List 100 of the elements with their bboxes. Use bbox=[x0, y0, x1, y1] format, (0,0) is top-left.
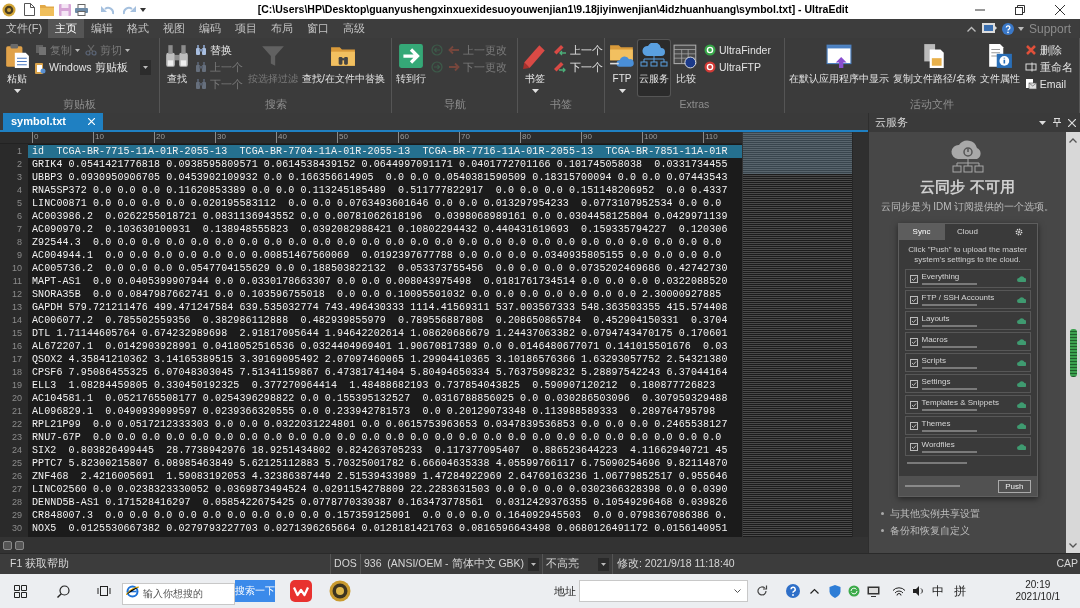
ribbon-button[interactable]: 删除 bbox=[1022, 42, 1064, 58]
bookmark-arrow-icon bbox=[553, 61, 567, 73]
file-tab[interactable]: symbol.txt bbox=[3, 113, 103, 130]
square-icon[interactable] bbox=[3, 540, 12, 550]
start-icon[interactable] bbox=[14, 584, 27, 598]
square-icon[interactable] bbox=[15, 540, 24, 550]
gear-icon[interactable] bbox=[1014, 228, 1023, 236]
checkbox-icon[interactable] bbox=[909, 421, 918, 430]
code-line: RNU7-67P 0.0 0.0 0.0 0.0 0.0 0.0 0.0 0.0 0.0 0.0 0.0 0.0 0.0 0.0 0.0 0.0 0.0 0.0 0.0 0.0 0.0 0.0 0.0 0.0 0.0 0.0 bbox=[31, 431, 722, 444]
ribbon-button[interactable]: 云服务 bbox=[638, 40, 670, 96]
sync-option-row[interactable]: Macros bbox=[904, 332, 1031, 351]
menu-tab[interactable]: 高级 bbox=[336, 19, 373, 38]
blurred-text-line bbox=[921, 283, 977, 285]
ribbon-button[interactable]: 查找 bbox=[163, 40, 191, 96]
task-view-icon[interactable] bbox=[97, 585, 111, 597]
ribbon-button[interactable]: UltraFinder bbox=[702, 42, 773, 58]
search-icon[interactable] bbox=[57, 584, 70, 598]
menu-tab[interactable]: 窗口 bbox=[300, 19, 337, 38]
menu-tab[interactable]: 项目 bbox=[228, 19, 265, 38]
app-icon[interactable] bbox=[290, 580, 312, 602]
code-line: SIX2 0.803826499445 28.7738942976 18.9251434802 0.824263705233 0.117377095407 0.886523644223 4.11662940721 45 bbox=[31, 444, 728, 457]
chevron-down-icon[interactable] bbox=[1069, 543, 1077, 548]
caret-icon[interactable] bbox=[1017, 26, 1024, 31]
volume-icon[interactable] bbox=[912, 585, 924, 597]
dialog-tab[interactable]: Sync bbox=[898, 224, 945, 240]
ribbon-button[interactable]: 查找/在文件中替换 bbox=[301, 40, 386, 96]
wifi-icon[interactable] bbox=[892, 585, 906, 597]
sync-icon[interactable] bbox=[848, 585, 860, 597]
code-line: CPSF6 7.95086455325 6.07048303045 7.51341159867 6.47381741404 5.80494650334 5.76375998232 5.28897542243 6.37044164 bbox=[31, 366, 728, 379]
ribbon-button[interactable]: 粘贴 bbox=[3, 40, 31, 96]
printer-icon[interactable] bbox=[75, 3, 88, 16]
checkbox-icon[interactable] bbox=[909, 379, 918, 388]
minimap[interactable] bbox=[742, 132, 852, 537]
app-logo-icon[interactable] bbox=[2, 2, 16, 17]
menu-tab[interactable]: 视图 bbox=[156, 19, 193, 38]
input-method-button[interactable]: 中 bbox=[932, 582, 944, 600]
checkbox-icon[interactable] bbox=[909, 442, 918, 451]
panel-heading: 云同步 不可用 bbox=[920, 178, 1015, 196]
monitor-icon[interactable] bbox=[867, 585, 880, 597]
ribbon-button[interactable]: 上一个 bbox=[551, 42, 605, 58]
clock-time: 20:19 bbox=[1025, 579, 1051, 591]
ribbon-button[interactable]: 转到行 bbox=[395, 40, 427, 96]
close-icon[interactable] bbox=[1068, 118, 1076, 127]
checkbox-icon[interactable] bbox=[909, 400, 918, 409]
pin-icon[interactable] bbox=[1053, 118, 1061, 127]
ribbon-button[interactable]: Email bbox=[1022, 76, 1069, 92]
cloud-icon bbox=[1016, 401, 1026, 408]
help-icon[interactable] bbox=[786, 584, 800, 598]
menu-tab[interactable]: 文件(F) bbox=[0, 19, 49, 38]
line-number: 19 bbox=[12, 379, 22, 392]
push-button[interactable]: Push bbox=[998, 479, 1031, 493]
ruler-label: 0 bbox=[34, 132, 39, 141]
checkbox-icon[interactable] bbox=[909, 295, 918, 304]
ribbon-button[interactable]: 书签 bbox=[521, 40, 549, 96]
sync-option-row[interactable]: FTP / SSH Accounts bbox=[904, 290, 1031, 309]
ribbon-button[interactable]: 在默认应用程序中显示 bbox=[788, 40, 890, 96]
sync-option-row[interactable]: Templates & Snippets bbox=[904, 395, 1031, 414]
checkbox-icon[interactable] bbox=[909, 316, 918, 325]
new-file-icon[interactable] bbox=[24, 3, 35, 16]
dropdown[interactable]: Windows 剪贴板 bbox=[34, 59, 151, 76]
ribbon-button[interactable]: 复制文件路径/名称 bbox=[892, 40, 977, 96]
menu-tab[interactable]: 主页 bbox=[48, 19, 85, 38]
dialog-tab[interactable]: Cloud bbox=[944, 224, 991, 240]
caret-icon[interactable] bbox=[1039, 120, 1046, 125]
code-line: Z92544.3 0.0 0.0 0.0 0.0 0.0 0.0 0.0 0.0 0.0 0.0 0.0 0.0 0.0 0.0 0.0 0.0 0.0 0.0 0.0 0.0 0.0 0.0 0.0 0.0 0.0 0.0 bbox=[31, 236, 722, 249]
sync-option-row[interactable]: Settings bbox=[904, 374, 1031, 393]
menu-tab[interactable]: 编码 bbox=[192, 19, 229, 38]
help-icon[interactable] bbox=[1001, 22, 1014, 35]
caret-icon[interactable] bbox=[734, 589, 741, 593]
sync-option-row[interactable]: Everything bbox=[904, 269, 1031, 288]
ribbon-button[interactable]: 文件属性 bbox=[978, 40, 1021, 96]
app-logo-icon[interactable] bbox=[329, 580, 351, 602]
sync-option-row[interactable]: Scripts bbox=[904, 353, 1031, 372]
ribbon-button[interactable]: 下一个 bbox=[551, 59, 605, 75]
menu-tab[interactable]: 编辑 bbox=[84, 19, 121, 38]
menu-tab[interactable]: 格式 bbox=[120, 19, 157, 38]
option-title: Settings bbox=[921, 377, 951, 386]
ribbon-button[interactable]: 替换 bbox=[193, 42, 234, 58]
search-field[interactable]: 输入你想搜的 bbox=[122, 582, 235, 605]
address-field[interactable] bbox=[579, 580, 748, 602]
ribbon-button[interactable]: 比较 bbox=[672, 40, 700, 96]
shield-icon[interactable] bbox=[829, 584, 841, 598]
sync-option-row[interactable]: Wordfiles bbox=[904, 437, 1031, 456]
caret-icon[interactable] bbox=[140, 7, 146, 12]
scrollbar-thumb[interactable] bbox=[1069, 329, 1077, 377]
sync-option-row[interactable]: Themes bbox=[904, 416, 1031, 435]
refresh-icon[interactable] bbox=[756, 585, 768, 597]
chevron-up-icon[interactable] bbox=[810, 588, 819, 594]
ribbon-button[interactable]: 重命名 bbox=[1022, 59, 1075, 75]
menu-tab[interactable]: 布局 bbox=[264, 19, 301, 38]
chevron-up-icon[interactable] bbox=[966, 25, 976, 32]
checkbox-icon[interactable] bbox=[909, 274, 918, 283]
cloud-icon bbox=[1016, 275, 1026, 282]
checkbox-icon[interactable] bbox=[909, 358, 918, 367]
sync-option-row[interactable]: Layouts bbox=[904, 311, 1031, 330]
line-number: 28 bbox=[12, 496, 22, 509]
ribbon-button[interactable]: UltraFTP bbox=[702, 59, 763, 75]
checkbox-icon[interactable] bbox=[909, 337, 918, 346]
display-icon[interactable] bbox=[981, 23, 997, 34]
input-method-button[interactable]: 拼 bbox=[954, 582, 966, 600]
